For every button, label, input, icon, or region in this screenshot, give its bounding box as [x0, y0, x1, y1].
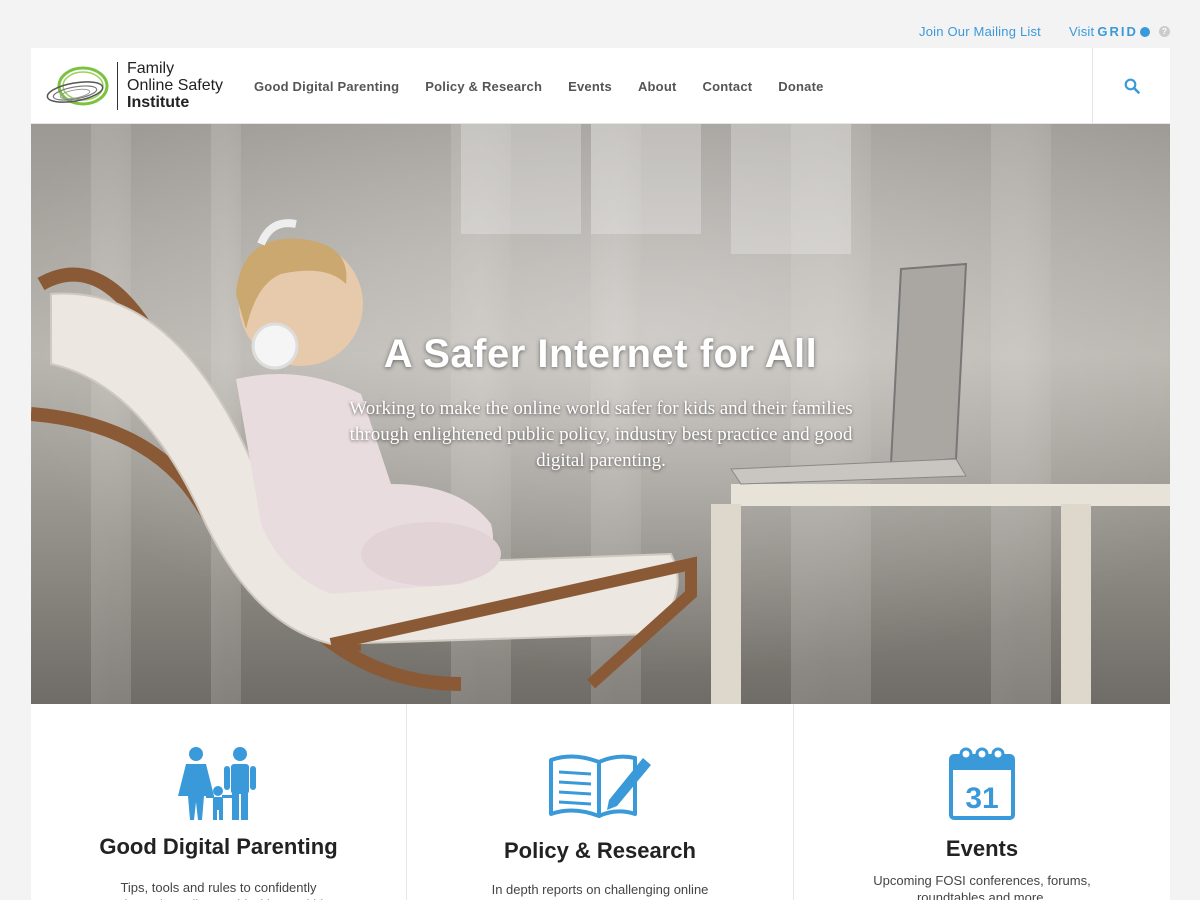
site-header: Family Online Safety Institute Good Digi…	[31, 48, 1170, 124]
open-book-pencil-icon	[549, 754, 651, 818]
logo-line-3: Institute	[127, 94, 190, 111]
nav-events[interactable]: Events	[568, 79, 612, 94]
calendar-day: 31	[965, 782, 998, 815]
logo-divider	[117, 62, 118, 110]
utility-bar: Join Our Mailing List Visit GRID ?	[0, 0, 1200, 48]
logo-line-1: Family	[127, 60, 175, 77]
family-icon	[177, 747, 256, 820]
nav-contact[interactable]: Contact	[703, 79, 753, 94]
card-description: Tips, tools and rules to confidently nav…	[104, 880, 334, 900]
hero-banner: A Safer Internet for All Working to make…	[31, 124, 1170, 704]
logo-text: Family Online Safety Institute	[127, 60, 223, 111]
card-description: In depth reports on challenging online s…	[491, 882, 709, 900]
hero-subtitle: Working to make the online world safer f…	[349, 398, 853, 471]
grid-globe-icon	[1139, 27, 1150, 37]
card-events[interactable]: 31 Events Upcoming FOSI conferences, for…	[793, 704, 1170, 900]
nav-policy-research[interactable]: Policy & Research	[425, 79, 542, 94]
visit-grid-link[interactable]: Visit GRID	[1069, 24, 1150, 39]
grid-label: GRID	[1097, 24, 1138, 39]
mailing-list-link[interactable]: Join Our Mailing List	[919, 24, 1041, 39]
card-policy-research[interactable]: Policy & Research In depth reports on ch…	[406, 704, 793, 900]
feature-cards: Good Digital Parenting Tips, tools and r…	[31, 704, 1170, 900]
card-good-digital-parenting[interactable]: Good Digital Parenting Tips, tools and r…	[31, 704, 406, 900]
main-nav: Good Digital Parenting Policy & Research…	[254, 48, 850, 124]
search-icon	[1124, 78, 1140, 94]
visit-label: Visit	[1069, 24, 1095, 39]
calendar-icon: 31	[949, 747, 1015, 820]
card-description: Upcoming FOSI conferences, forums, round…	[873, 873, 1091, 900]
help-icon[interactable]: ?	[1159, 26, 1170, 37]
card-title: Policy & Research	[504, 838, 696, 863]
fosi-logo[interactable]: Family Online Safety Institute	[45, 60, 225, 114]
nav-good-digital-parenting[interactable]: Good Digital Parenting	[254, 79, 399, 94]
card-title: Events	[945, 836, 1019, 861]
search-button[interactable]	[1092, 48, 1170, 124]
logo-line-2: Online Safety	[127, 77, 224, 94]
logo-swirl-icon	[46, 66, 109, 106]
hero-title: A Safer Internet for All	[383, 332, 818, 376]
nav-about[interactable]: About	[638, 79, 677, 94]
card-title: Good Digital Parenting	[99, 834, 338, 859]
nav-donate[interactable]: Donate	[778, 79, 823, 94]
